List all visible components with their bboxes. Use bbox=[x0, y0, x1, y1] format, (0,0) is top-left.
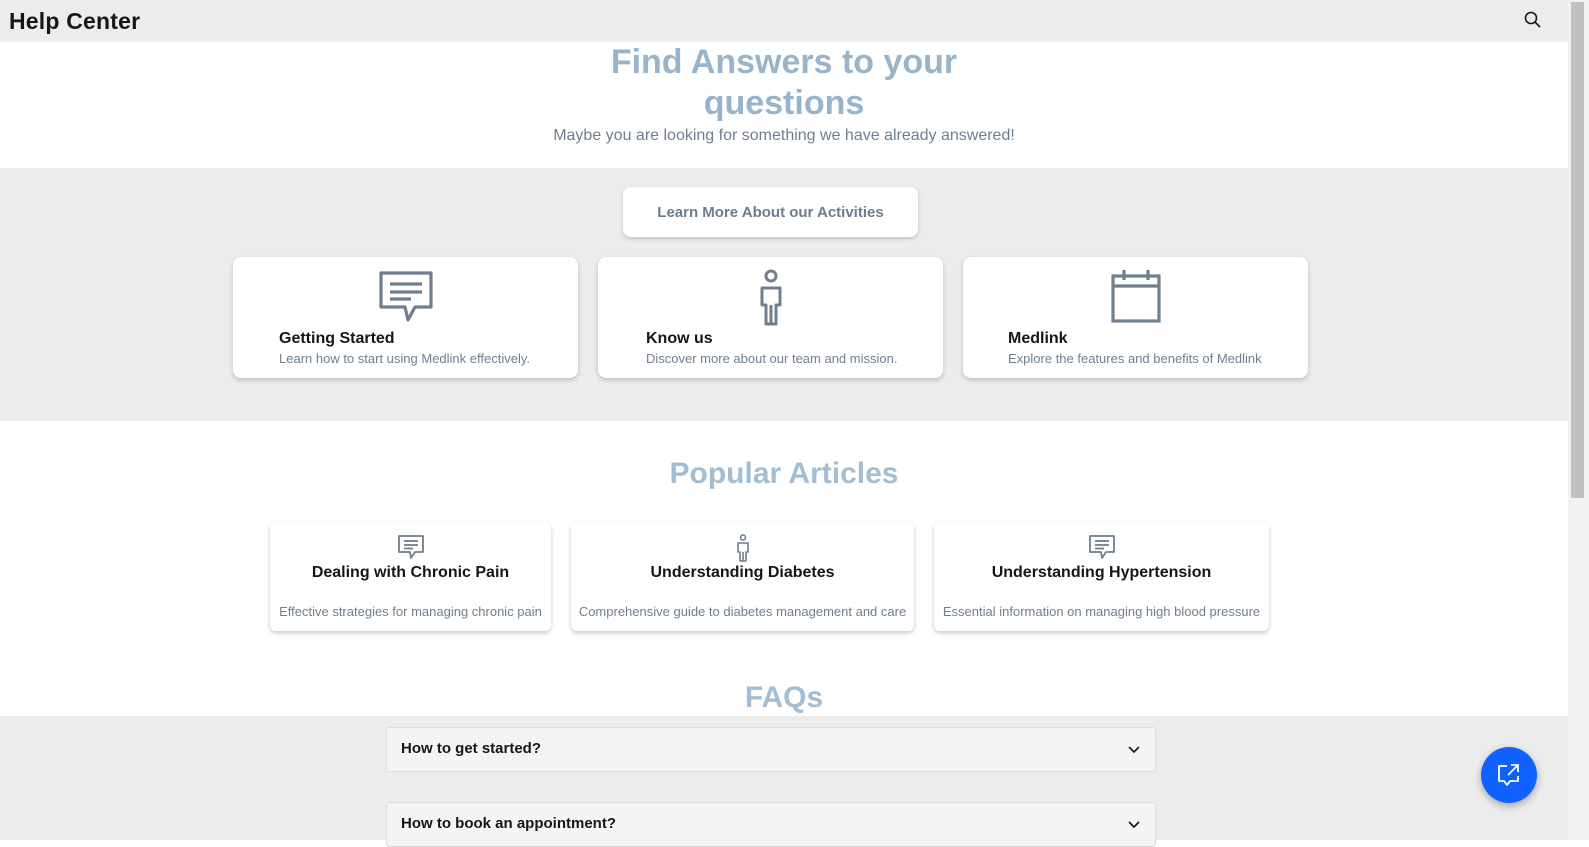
article-title: Understanding Diabetes bbox=[650, 564, 835, 581]
chevron-down-icon[interactable] bbox=[1127, 742, 1141, 756]
hero-title: Find Answers to your questions bbox=[610, 43, 958, 122]
card-title: Know us bbox=[646, 330, 713, 347]
faq-item[interactable]: How to get started? bbox=[386, 727, 1156, 772]
hero-section: Find Answers to your questions Maybe you… bbox=[0, 42, 1568, 168]
person-icon bbox=[598, 269, 943, 327]
article-title: Understanding Hypertension bbox=[991, 564, 1212, 581]
card-title: Medlink bbox=[1008, 330, 1068, 347]
faq-question: How to get started? bbox=[401, 740, 542, 757]
chat-icon bbox=[233, 269, 578, 327]
card-medlink[interactable]: Medlink Explore the features and benefit… bbox=[963, 257, 1308, 378]
chevron-down-icon[interactable] bbox=[1127, 817, 1141, 831]
article-card-hypertension[interactable]: Understanding Hypertension Essential inf… bbox=[934, 522, 1269, 631]
person-icon bbox=[571, 534, 914, 562]
article-title: Dealing with Chronic Pain bbox=[311, 564, 510, 581]
card-description: Learn how to start using Medlink effecti… bbox=[279, 351, 530, 366]
hero-subtitle: Maybe you are looking for something we h… bbox=[553, 127, 1015, 144]
chat-launch-button[interactable] bbox=[1481, 747, 1537, 803]
scrollbar-thumb[interactable] bbox=[1571, 2, 1584, 498]
article-card-chronic-pain[interactable]: Dealing with Chronic Pain Effective stra… bbox=[270, 522, 551, 631]
popular-articles-title: Popular Articles bbox=[669, 457, 899, 490]
top-bar: Help Center bbox=[0, 0, 1568, 42]
card-description: Discover more about our team and mission… bbox=[646, 351, 898, 366]
page-scrollbar[interactable] bbox=[1568, 0, 1589, 840]
article-card-diabetes[interactable]: Understanding Diabetes Comprehensive gui… bbox=[571, 522, 914, 631]
chat-icon bbox=[270, 534, 551, 562]
app-title: Help Center bbox=[9, 7, 141, 34]
calendar-icon bbox=[963, 269, 1308, 327]
faq-item[interactable]: How to book an appointment? bbox=[386, 802, 1156, 847]
activities-section: Learn More About our Activities Getting … bbox=[0, 168, 1568, 421]
article-description: Comprehensive guide to diabetes manageme… bbox=[578, 604, 907, 619]
card-getting-started[interactable]: Getting Started Learn how to start using… bbox=[233, 257, 578, 378]
faqs-title: FAQs bbox=[744, 681, 824, 714]
article-description: Effective strategies for managing chroni… bbox=[279, 604, 542, 619]
article-description: Essential information on managing high b… bbox=[942, 604, 1261, 619]
card-title: Getting Started bbox=[279, 330, 395, 347]
card-description: Explore the features and benefits of Med… bbox=[1008, 351, 1262, 366]
card-know-us[interactable]: Know us Discover more about our team and… bbox=[598, 257, 943, 378]
launch-icon bbox=[1498, 764, 1519, 786]
faq-section: How to get started? How to book an appoi… bbox=[0, 716, 1568, 847]
learn-more-button[interactable]: Learn More About our Activities bbox=[623, 187, 918, 237]
chat-icon bbox=[934, 534, 1269, 562]
faq-question: How to book an appointment? bbox=[401, 815, 616, 832]
search-icon[interactable] bbox=[1522, 9, 1544, 31]
